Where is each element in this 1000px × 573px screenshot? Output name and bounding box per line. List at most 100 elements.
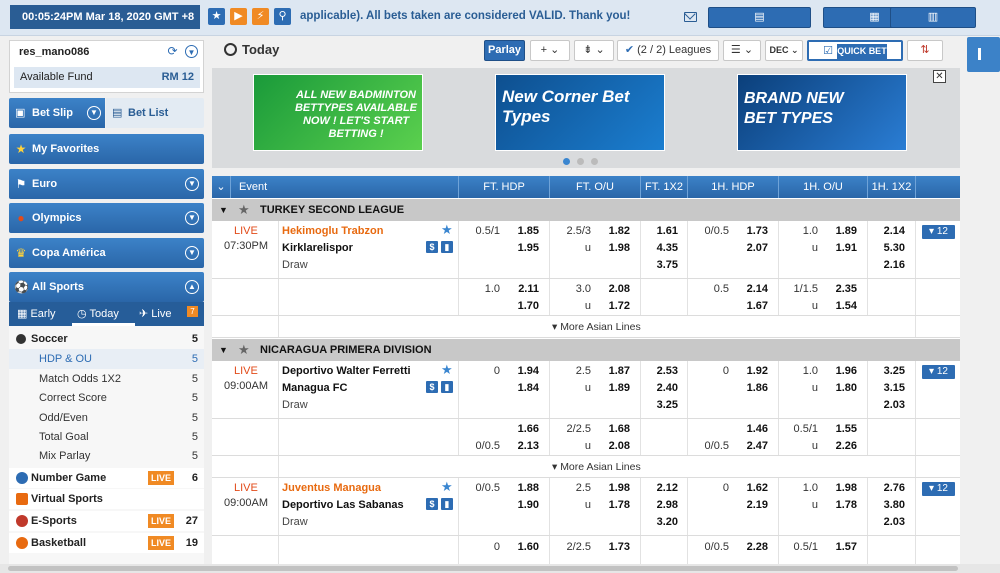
odds-value[interactable]: 1.82 [593, 225, 630, 237]
scrollbar-thumb[interactable] [8, 566, 958, 571]
odds-value[interactable]: 3.15 [869, 382, 905, 394]
refresh-icon[interactable]: ⟳ [166, 45, 179, 58]
sport-correct-score[interactable]: Correct Score 5 [9, 388, 204, 408]
sport-e-sports[interactable]: E-Sports LIVE 27 [9, 511, 204, 531]
odds-value[interactable]: 3.80 [869, 499, 905, 511]
odds-value[interactable]: 1.55 [820, 423, 857, 435]
odds-value[interactable]: 1.60 [502, 541, 539, 553]
cashout-icon[interactable]: $ [426, 498, 438, 510]
collapse-all-icon[interactable]: ⌄ [212, 176, 230, 198]
odds-value[interactable]: 1.89 [593, 382, 630, 394]
odds-value[interactable]: 1.91 [820, 242, 857, 254]
odds-value[interactable]: 1.88 [502, 482, 539, 494]
tab-live[interactable]: ✈ Live [139, 302, 171, 326]
league-header[interactable]: ▼ ★ TURKEY SECOND LEAGUE [212, 199, 960, 221]
bet-slip-tab[interactable]: ▣ Bet Slip ▼ [9, 98, 105, 128]
running-man-icon[interactable]: ⚡ [252, 8, 269, 25]
odds-value[interactable]: 1.96 [820, 365, 857, 377]
odds-value[interactable]: 3.25 [642, 399, 678, 411]
odds-value[interactable]: 2.19 [731, 499, 768, 511]
tab-early[interactable]: ▦ Early [17, 302, 56, 326]
star-icon[interactable]: ★ [238, 199, 250, 221]
stats-icon[interactable]: ▮ [441, 381, 453, 393]
banner-corner-bet[interactable]: New Corner Bet Types [495, 74, 665, 151]
close-banner-icon[interactable]: ✕ [933, 70, 946, 83]
odds-value[interactable]: 2.13 [502, 440, 539, 452]
odds-value[interactable]: 1.67 [731, 300, 768, 312]
odds-value[interactable]: 1.98 [820, 482, 857, 494]
copa-america-button[interactable]: ♛ Copa América ▼ [9, 238, 204, 268]
bet-list-tab[interactable]: ▤ Bet List [106, 98, 204, 128]
odds-value[interactable]: 2.11 [502, 283, 539, 295]
sport-number-game[interactable]: Number Game LIVE 6 [9, 468, 204, 488]
odds-value[interactable]: 1.92 [731, 365, 768, 377]
sport-total-goal[interactable]: Total Goal 5 [9, 427, 204, 447]
odds-value[interactable]: 2.76 [869, 482, 905, 494]
odds-value[interactable]: 3.20 [642, 516, 678, 528]
odds-value[interactable]: 1.61 [642, 225, 678, 237]
sport-soccer[interactable]: Soccer 5 [9, 329, 204, 349]
odds-value[interactable]: 2.14 [731, 283, 768, 295]
all-sports-button[interactable]: ⚽ All Sports ▲ [9, 272, 204, 302]
odds-value[interactable]: 2.47 [731, 440, 768, 452]
sport-mix-parlay[interactable]: Mix Parlay 5 [9, 446, 204, 466]
mail-icon[interactable] [684, 12, 697, 22]
odds-value[interactable]: 1.95 [502, 242, 539, 254]
odds-value[interactable]: 2.03 [869, 516, 905, 528]
more-asian-lines-link[interactable]: ▾ More Asian Lines [552, 321, 641, 333]
odds-value[interactable]: 1.46 [731, 423, 768, 435]
odds-value[interactable]: 1.62 [731, 482, 768, 494]
odds-value[interactable]: 2.35 [820, 283, 857, 295]
search-icon[interactable]: ⚲ [274, 8, 291, 25]
euro-button[interactable]: ⚑ Euro ▼ [9, 169, 204, 199]
odds-value[interactable]: 2.07 [731, 242, 768, 254]
sport-match-odds[interactable]: Match Odds 1X2 5 [9, 369, 204, 389]
odds-value[interactable]: 2.28 [731, 541, 768, 553]
parlay-button[interactable]: Parlay [484, 40, 525, 61]
play-icon[interactable]: ▶ [230, 8, 247, 25]
odds-value[interactable]: 2.08 [593, 283, 630, 295]
odds-value[interactable]: 2.14 [869, 225, 905, 237]
odds-value[interactable]: 1.72 [593, 300, 630, 312]
star-icon[interactable]: ★ [208, 8, 225, 25]
side-panel-toggle[interactable] [967, 37, 1000, 72]
odds-value[interactable]: 5.30 [869, 242, 905, 254]
odds-value[interactable]: 1.85 [502, 225, 539, 237]
more-bets-button[interactable]: ▾ 12 [922, 482, 955, 496]
sport-odd-even[interactable]: Odd/Even 5 [9, 408, 204, 428]
settings-button[interactable]: ▥ [890, 7, 976, 28]
more-bets-button[interactable]: ▾ 12 [922, 365, 955, 379]
sort-arrows-button[interactable]: ⇅ [907, 40, 943, 61]
my-favorites-button[interactable]: ★ My Favorites [9, 134, 204, 164]
sport-hdp-ou[interactable]: HDP & OU 5 [9, 349, 204, 369]
banner-brand-new[interactable]: BRAND NEW BET TYPES [737, 74, 907, 151]
league-header[interactable]: ▼ ★ NICARAGUA PRIMERA DIVISION [212, 339, 960, 361]
odds-value[interactable]: 1.70 [502, 300, 539, 312]
odds-value[interactable]: 2.12 [642, 482, 678, 494]
odds-value[interactable]: 2.98 [642, 499, 678, 511]
pager-dot-1[interactable] [563, 158, 570, 165]
horizontal-scrollbar[interactable] [0, 564, 1000, 573]
odds-value[interactable]: 1.80 [820, 382, 857, 394]
odds-value[interactable]: 1.98 [593, 482, 630, 494]
odds-value[interactable]: 1.78 [820, 499, 857, 511]
olympics-button[interactable]: ● Olympics ▼ [9, 203, 204, 233]
more-bets-button[interactable]: ▾ 12 [922, 225, 955, 239]
sport-virtual-sports[interactable]: Virtual Sports [9, 489, 204, 509]
star-icon[interactable]: ★ [238, 339, 250, 361]
add-market-dropdown[interactable]: + ⌄ [530, 40, 570, 61]
odds-value[interactable]: 2.53 [642, 365, 678, 377]
favorite-star-icon[interactable]: ★ [441, 479, 453, 495]
odds-value[interactable]: 2.16 [869, 259, 905, 271]
chevron-down-icon[interactable]: ▼ [185, 45, 198, 58]
pager-dot-2[interactable] [577, 158, 584, 165]
odds-value[interactable]: 1.57 [820, 541, 857, 553]
favorite-star-icon[interactable]: ★ [441, 222, 453, 238]
cashout-icon[interactable]: $ [426, 381, 438, 393]
odds-value[interactable]: 4.35 [642, 242, 678, 254]
odds-value[interactable]: 1.87 [593, 365, 630, 377]
odds-value[interactable]: 1.84 [502, 382, 539, 394]
more-asian-lines-link[interactable]: ▾ More Asian Lines [552, 461, 641, 473]
quick-bet-toggle[interactable]: ☑ QUICK BET [807, 40, 903, 61]
odds-value[interactable]: 1.86 [731, 382, 768, 394]
